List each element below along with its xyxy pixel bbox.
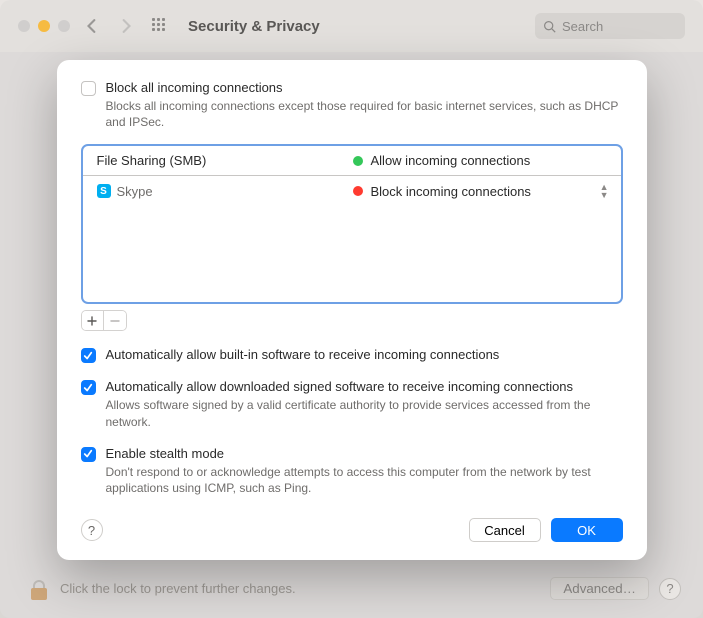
opt-builtin-checkbox[interactable] — [81, 348, 96, 363]
app-row[interactable]: S Skype Block incoming connections ▲▼ — [83, 176, 621, 206]
skype-icon: S — [97, 184, 111, 198]
opt-builtin-label: Automatically allow built-in software to… — [106, 347, 623, 362]
block-all-checkbox[interactable] — [81, 81, 96, 96]
sheet-buttons: ? Cancel OK — [81, 518, 623, 542]
sheet-help-button[interactable]: ? — [81, 519, 103, 541]
opt-signed-row: Automatically allow downloaded signed so… — [81, 379, 623, 429]
window-controls — [18, 20, 70, 32]
lock-row: Click the lock to prevent further change… — [30, 577, 681, 600]
status-dot-allow-icon — [353, 156, 363, 166]
apps-list[interactable]: File Sharing (SMB) Allow incoming connec… — [81, 144, 623, 304]
add-app-button[interactable] — [82, 311, 104, 330]
opt-builtin-row: Automatically allow built-in software to… — [81, 347, 623, 363]
lock-text: Click the lock to prevent further change… — [60, 581, 296, 596]
titlebar: Security & Privacy Search — [0, 0, 703, 52]
lock-icon[interactable] — [30, 578, 48, 600]
status-dot-block-icon — [353, 186, 363, 196]
block-all-desc: Blocks all incoming connections except t… — [106, 98, 623, 130]
opt-signed-desc: Allows software signed by a valid certif… — [106, 397, 623, 429]
opt-stealth-row: Enable stealth mode Don't respond to or … — [81, 446, 623, 496]
app-name: File Sharing (SMB) — [97, 153, 207, 168]
add-remove-control — [81, 310, 127, 331]
show-all-button[interactable] — [148, 18, 172, 34]
opt-signed-checkbox[interactable] — [81, 380, 96, 395]
app-status: Block incoming connections — [371, 184, 531, 199]
search-placeholder: Search — [562, 19, 603, 34]
cancel-button[interactable]: Cancel — [469, 518, 541, 542]
opt-stealth-desc: Don't respond to or acknowledge attempts… — [106, 464, 623, 496]
window-title: Security & Privacy — [188, 18, 320, 35]
advanced-button[interactable]: Advanced… — [550, 577, 649, 600]
firewall-options-sheet: Block all incoming connections Blocks al… — [57, 60, 647, 560]
zoom-window-button[interactable] — [58, 20, 70, 32]
close-window-button[interactable] — [18, 20, 30, 32]
opt-stealth-label: Enable stealth mode — [106, 446, 623, 461]
search-field[interactable]: Search — [535, 13, 685, 39]
opt-stealth-checkbox[interactable] — [81, 447, 96, 462]
nav-forward-button[interactable] — [114, 19, 138, 33]
app-row[interactable]: File Sharing (SMB) Allow incoming connec… — [83, 146, 621, 176]
nav-back-button[interactable] — [80, 19, 104, 33]
app-status: Allow incoming connections — [371, 153, 531, 168]
app-name: Skype — [117, 184, 153, 199]
opt-signed-label: Automatically allow downloaded signed so… — [106, 379, 623, 394]
block-all-row: Block all incoming connections Blocks al… — [81, 80, 623, 130]
ok-button[interactable]: OK — [551, 518, 623, 542]
grid-icon — [152, 18, 168, 34]
minimize-window-button[interactable] — [38, 20, 50, 32]
help-button[interactable]: ? — [659, 578, 681, 600]
plus-icon — [87, 316, 97, 326]
minus-icon — [110, 316, 120, 326]
search-icon — [543, 20, 556, 33]
remove-app-button[interactable] — [103, 311, 126, 330]
block-all-label: Block all incoming connections — [106, 80, 623, 95]
status-popup-button[interactable]: ▲▼ — [600, 183, 609, 199]
